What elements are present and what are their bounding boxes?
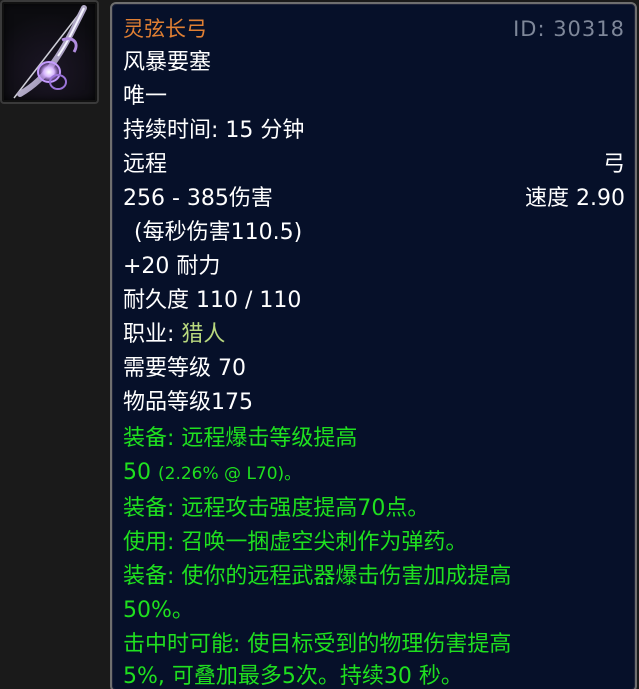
effect-proc-line2: 5%, 可叠加最多5次。持续30 秒。 xyxy=(123,664,463,689)
effect-proc-line1: 击中时可能: 使目标受到的物理伤害提高 xyxy=(123,632,512,657)
item-instance: 风暴要塞 xyxy=(123,50,212,75)
item-title-row: 灵弦长弓 ID: 30318 xyxy=(123,12,625,46)
bow-icon[interactable] xyxy=(0,0,99,104)
item-tooltip: 灵弦长弓 ID: 30318 风暴要塞 唯一 持续时间: 15 分钟 远程 弓 … xyxy=(110,2,637,689)
item-unique: 唯一 xyxy=(123,84,168,109)
item-speed: 速度 2.90 xyxy=(525,186,625,211)
effect-equip-crit-value: 50 xyxy=(123,460,151,485)
effect-equip-crit-line2: 50 (2.26% @ L70)。 xyxy=(123,456,625,490)
effect-equip-critdmg-line2: 50%。 xyxy=(123,598,194,623)
item-level: 物品等级175 xyxy=(123,390,253,415)
item-weapon-type: 弓 xyxy=(602,152,625,177)
item-duration: 持续时间: 15 分钟 xyxy=(123,118,305,143)
item-slot-row: 远程 弓 xyxy=(123,148,625,182)
item-class-prefix: 职业: xyxy=(123,322,175,347)
item-required-level: 需要等级 70 xyxy=(123,356,246,381)
item-damage: 256 - 385伤害 xyxy=(123,186,273,211)
item-tooltip-screen: 灵弦长弓 ID: 30318 风暴要塞 唯一 持续时间: 15 分钟 远程 弓 … xyxy=(0,0,639,689)
item-id: ID: 30318 xyxy=(513,17,625,41)
effect-equip-crit-line1: 装备: 远程爆击等级提高 xyxy=(123,426,358,451)
effect-equip-ap: 装备: 远程攻击强度提高70点。 xyxy=(123,496,430,521)
item-class-name: 猎人 xyxy=(181,322,226,347)
item-damage-row: 256 - 385伤害 速度 2.90 xyxy=(123,182,625,216)
effect-use-ammo: 使用: 召唤一捆虚空尖刺作为弹药。 xyxy=(123,530,468,555)
item-name: 灵弦长弓 xyxy=(123,17,207,41)
item-durability: 耐久度 110 / 110 xyxy=(123,288,302,313)
item-dps: (每秒伤害110.5) xyxy=(134,220,303,245)
item-stamina: +20 耐力 xyxy=(123,254,221,279)
effect-equip-crit-detail: (2.26% @ L70)。 xyxy=(158,464,302,484)
effect-equip-critdmg-line1: 装备: 使你的远程武器爆击伤害加成提高 xyxy=(123,564,512,589)
item-slot: 远程 xyxy=(123,152,168,177)
item-class-row: 职业: 猎人 xyxy=(123,318,625,352)
